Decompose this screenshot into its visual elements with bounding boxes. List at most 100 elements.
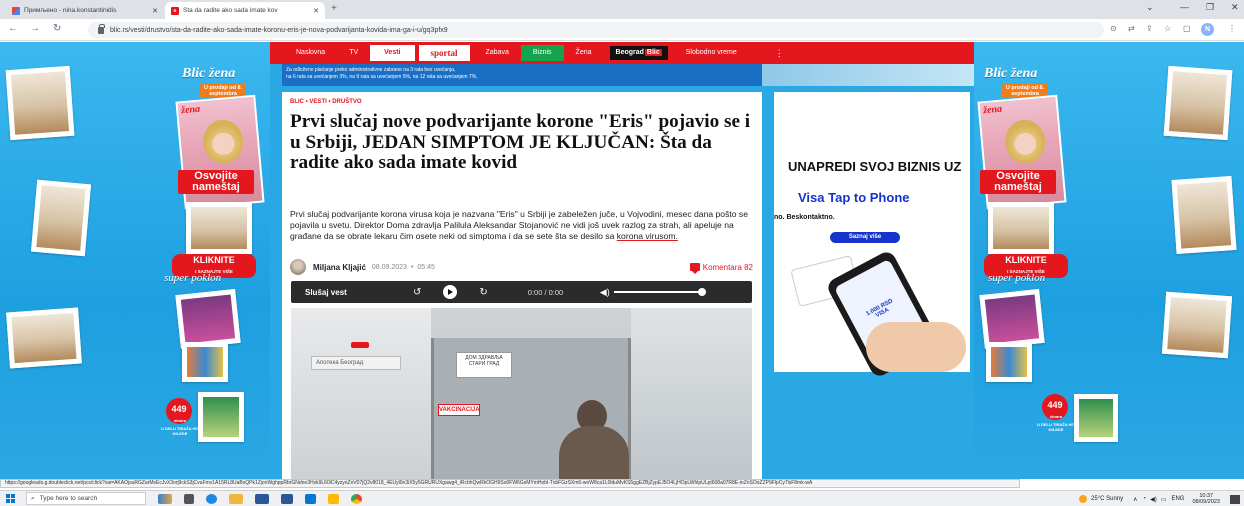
minimize-button[interactable]: — bbox=[1180, 2, 1189, 12]
books-photo bbox=[182, 342, 228, 382]
book-cover-photo bbox=[198, 392, 244, 442]
folder-icon[interactable] bbox=[328, 493, 339, 504]
room-photo-2 bbox=[30, 179, 92, 257]
side-panel-icon[interactable]: ▢ bbox=[1183, 24, 1191, 33]
status-url-bubble: https://googleads.g.doubleclick.net/pcs/… bbox=[0, 479, 1020, 488]
lead-text: Prvi slučaj podvarijante korona virusa k… bbox=[290, 209, 748, 241]
date-separator: • bbox=[410, 263, 414, 271]
author-name[interactable]: Miljana Kljajić bbox=[313, 263, 366, 272]
nav-biznis[interactable]: Biznis bbox=[520, 45, 564, 61]
publish-time: 05:45 bbox=[417, 263, 435, 271]
volume-icon[interactable]: ◀) bbox=[600, 287, 610, 298]
cover-model-image bbox=[1003, 118, 1047, 166]
visa-ad[interactable]: UNAPREDI SVOJ BIZNIS UZ Visa Tap to Phon… bbox=[774, 92, 970, 380]
close-tab-icon[interactable]: ✕ bbox=[152, 7, 158, 15]
address-url[interactable]: blic.rs/vesti/drustvo/sta-da-radite-ako-… bbox=[110, 27, 448, 34]
building-wall bbox=[291, 308, 431, 479]
browser-tab-gmail[interactable]: Примљено - nina.konstantinidis ✕ bbox=[6, 2, 164, 19]
edge-icon[interactable] bbox=[206, 493, 217, 504]
pharmacy-sign: Апотека Београд bbox=[311, 356, 401, 370]
ad-cta-button[interactable]: Saznaj više bbox=[830, 232, 900, 243]
chrome-icon[interactable] bbox=[351, 493, 362, 504]
book-cover-photo bbox=[1074, 394, 1118, 442]
breadcrumb[interactable]: BLIC • VESTI • DRUŠTVO bbox=[290, 99, 362, 105]
audio-player: Slušaj vest ↺ ↻ 0:00 / 0:00 ◀) bbox=[291, 281, 752, 303]
word-icon[interactable] bbox=[281, 493, 293, 504]
weather-sun-icon bbox=[1079, 495, 1088, 503]
tab-search-icon[interactable]: ⌄ bbox=[1146, 2, 1154, 13]
nav-zabava[interactable]: Zabava bbox=[474, 42, 521, 64]
nav-sportal[interactable]: sportal bbox=[418, 45, 470, 61]
forward-icon[interactable]: ↻ bbox=[479, 287, 487, 298]
volume-slider[interactable] bbox=[613, 288, 706, 296]
store-icon[interactable] bbox=[305, 493, 316, 504]
comments-count: Komentara 82 bbox=[702, 262, 753, 272]
browser-tab-blic[interactable]: B Šta da radite ako sada imate kov ✕ bbox=[165, 2, 325, 19]
hand-image bbox=[866, 322, 966, 372]
share-icon[interactable]: ⇪ bbox=[1146, 24, 1153, 33]
nav-slobodno-vreme[interactable]: Slobodno vreme bbox=[674, 42, 749, 64]
language-indicator[interactable]: ENG bbox=[1171, 496, 1184, 502]
nav-more-icon[interactable]: ⋮ bbox=[775, 48, 784, 59]
room-photo-1 bbox=[1163, 65, 1233, 141]
browser-tab-strip: Примљено - nina.konstantinidis ✕ B Šta d… bbox=[0, 0, 1244, 19]
publish-date: 08.09.2023 bbox=[371, 263, 407, 271]
close-tab-icon[interactable]: ✕ bbox=[313, 7, 319, 15]
vaccination-sign: VAKCINACIJA bbox=[438, 404, 480, 416]
furniture-photo bbox=[988, 202, 1054, 254]
nav-tv[interactable]: TV bbox=[337, 42, 370, 64]
notification-icon[interactable] bbox=[1230, 494, 1240, 504]
network-icon[interactable]: ◔ bbox=[1143, 496, 1147, 502]
nav-beograd[interactable]: Beograd Blic bbox=[609, 46, 668, 60]
top-ad-banner[interactable]: Za odloženo plaćanje preko administrativ… bbox=[282, 64, 762, 86]
menu-kebab-icon[interactable]: ⋮ bbox=[1228, 24, 1236, 33]
person-figure bbox=[559, 426, 629, 479]
file-explorer-icon[interactable] bbox=[229, 493, 243, 504]
super-poklon-text: super poklon bbox=[988, 272, 1046, 284]
screen-amount: 1.000 RSD bbox=[865, 298, 895, 318]
windows-start-icon[interactable] bbox=[2, 491, 18, 506]
address-bar[interactable]: blic.rs/vesti/drustvo/sta-da-radite-ako-… bbox=[88, 22, 1104, 38]
mail-icon[interactable] bbox=[255, 493, 269, 504]
nav-zena[interactable]: Žena bbox=[564, 42, 604, 64]
translate-icon[interactable]: ⇄ bbox=[1128, 24, 1135, 33]
korona-virus-link[interactable]: korona virusom. bbox=[617, 231, 678, 241]
nav-vesti[interactable]: Vesti bbox=[370, 45, 415, 61]
article-photo[interactable]: Апотека Београд ДОМ ЗДРАВЉА СТАРИ ГРАД V… bbox=[291, 308, 752, 479]
rewind-icon[interactable]: ↺ bbox=[413, 287, 421, 298]
nav-naslovna[interactable]: Naslovna bbox=[284, 42, 337, 64]
battery-icon[interactable]: ▭ bbox=[1161, 496, 1167, 503]
forward-arrow-icon[interactable]: → bbox=[30, 23, 40, 34]
taskbar-search[interactable]: ⌕ Type here to search bbox=[26, 492, 146, 505]
blic-zena-logo: Blic žena bbox=[984, 66, 1038, 81]
bookmark-star-icon[interactable]: ☆ bbox=[1164, 24, 1171, 33]
tray-chevron-icon[interactable]: ∧ bbox=[1133, 496, 1137, 503]
taskbar-clock[interactable]: 10:37 08/09/2023 bbox=[1192, 493, 1220, 505]
browser-toolbar: ← → ↻ blic.rs/vesti/drustvo/sta-da-radit… bbox=[0, 19, 1244, 41]
comments-link[interactable]: Komentara 82 bbox=[689, 262, 753, 274]
task-view-icon[interactable] bbox=[184, 493, 194, 504]
play-button[interactable] bbox=[443, 285, 458, 299]
new-tab-button[interactable]: + bbox=[331, 3, 337, 14]
close-window-button[interactable]: ✕ bbox=[1231, 2, 1239, 13]
windows-taskbar: ⌕ Type here to search 25°C Sunny ∧ ◔ ◀) … bbox=[0, 490, 1244, 506]
price-value: 449 bbox=[1047, 400, 1063, 410]
blic-zena-logo: Blic žena bbox=[182, 66, 236, 81]
ad-brand-line: Visa Tap to Phone bbox=[798, 190, 910, 205]
room-photo-2 bbox=[1171, 175, 1237, 255]
left-skin-ad[interactable]: Blic žena U prodaji od 8. septembra žena… bbox=[0, 42, 270, 479]
back-arrow-icon[interactable]: ← bbox=[8, 23, 18, 34]
system-tray: 25°C Sunny ∧ ◔ ◀) ▭ ENG 10:37 08/09/2023 bbox=[1079, 491, 1244, 506]
profile-avatar[interactable]: N bbox=[1201, 23, 1214, 36]
right-skin-ad[interactable]: Blic žena U prodaji od 8. septembra žena… bbox=[974, 42, 1244, 479]
widgets-icon[interactable] bbox=[158, 493, 172, 504]
google-lens-icon[interactable]: ⊙ bbox=[1110, 24, 1117, 33]
restore-button[interactable]: ❐ bbox=[1206, 2, 1214, 13]
top-ad-banner-image bbox=[762, 64, 974, 86]
weather-text[interactable]: 25°C Sunny bbox=[1091, 496, 1123, 502]
comment-icon bbox=[689, 263, 700, 274]
speaker-icon[interactable]: ◀) bbox=[1150, 496, 1157, 503]
clock-date: 08/09/2023 bbox=[1192, 499, 1220, 505]
reload-icon[interactable]: ↻ bbox=[53, 23, 61, 34]
author-row: Miljana Kljajić 08.09.2023 • 05:45 Komen… bbox=[290, 258, 753, 276]
